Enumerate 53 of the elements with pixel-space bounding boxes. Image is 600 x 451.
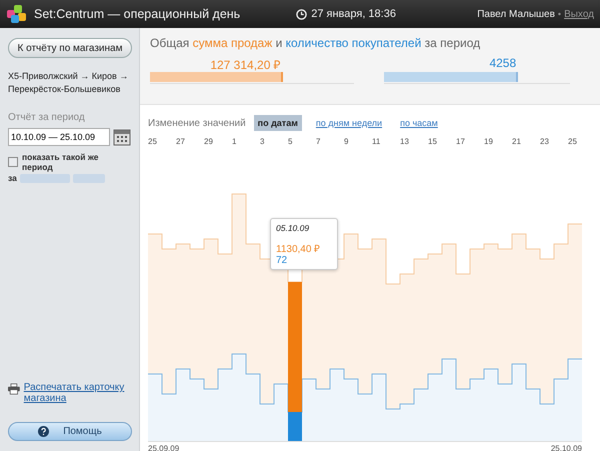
tooltip-customers: 72: [276, 255, 288, 266]
day-tick: 9: [344, 137, 350, 146]
day-tick: 1: [232, 137, 238, 146]
tooltip-sales: 1130,40 ₽: [276, 243, 322, 255]
day-tick: 5: [288, 137, 294, 146]
view-tab[interactable]: по часам: [396, 115, 442, 131]
back-button[interactable]: К отчёту по магазинам: [8, 38, 132, 58]
app-title: Set:Centrum — операционный день: [34, 7, 240, 21]
day-tick: 19: [484, 137, 494, 146]
compare-label: показать такой же период: [22, 152, 100, 172]
customer-count: 4258: [489, 56, 516, 70]
print-card-link[interactable]: Распечатать карточку магазина: [24, 382, 131, 404]
date-time: 27 января, 18:36: [311, 8, 396, 20]
separator-dot: •: [558, 9, 562, 19]
day-tick: 21: [512, 137, 522, 146]
clock-icon: [296, 8, 308, 20]
day-tick: 25: [148, 137, 158, 146]
day-tick: 29: [204, 137, 214, 146]
day-tick: 7: [316, 137, 322, 146]
day-tick: 25: [568, 137, 578, 146]
year-dropdown[interactable]: [72, 174, 105, 182]
day-tick: 27: [176, 137, 186, 146]
chart-heading: Изменение значений: [148, 118, 246, 128]
range-start: 25.09.09: [148, 444, 180, 451]
question-icon: [38, 426, 50, 437]
month-dropdown[interactable]: [20, 174, 70, 182]
selected-customers-bar[interactable]: [288, 412, 302, 441]
calendar-icon[interactable]: [113, 128, 131, 146]
day-tick: 11: [372, 137, 382, 146]
compare-checkbox[interactable]: [8, 157, 18, 167]
store-path: X5-Приволжский → Киров → Перекрёсток-Большевиков: [8, 70, 130, 96]
logo-icon: [6, 4, 28, 24]
sales-total: 127 314,20 ₽: [210, 58, 281, 72]
day-tick: 3: [260, 137, 266, 146]
logout-link[interactable]: Выход: [564, 8, 594, 20]
help-button[interactable]: Помощь: [8, 422, 132, 441]
compare-label-suffix: за: [8, 173, 17, 183]
day-tick: 23: [540, 137, 550, 146]
selected-sales-bar[interactable]: [288, 282, 302, 412]
period-label: Отчёт за период: [8, 112, 86, 123]
customers-area-bar: [302, 379, 316, 441]
day-tick: 17: [456, 137, 466, 146]
period-field[interactable]: 10.10.09 — 25.10.09: [8, 128, 110, 146]
view-tab[interactable]: по датам: [254, 115, 302, 131]
printer-icon: [8, 382, 20, 396]
tooltip-date: 05.10.09: [276, 223, 310, 233]
customers-area-bar: [148, 374, 162, 441]
range-end: 25.10.09: [550, 444, 582, 451]
view-tab[interactable]: по дням недели: [312, 115, 386, 131]
user-name: Павел Малышев: [477, 8, 555, 20]
day-tick: 15: [428, 137, 438, 146]
summary-title: Общая сумма продаж и количество покупателей за период: [150, 36, 482, 50]
day-tick: 13: [400, 137, 410, 146]
